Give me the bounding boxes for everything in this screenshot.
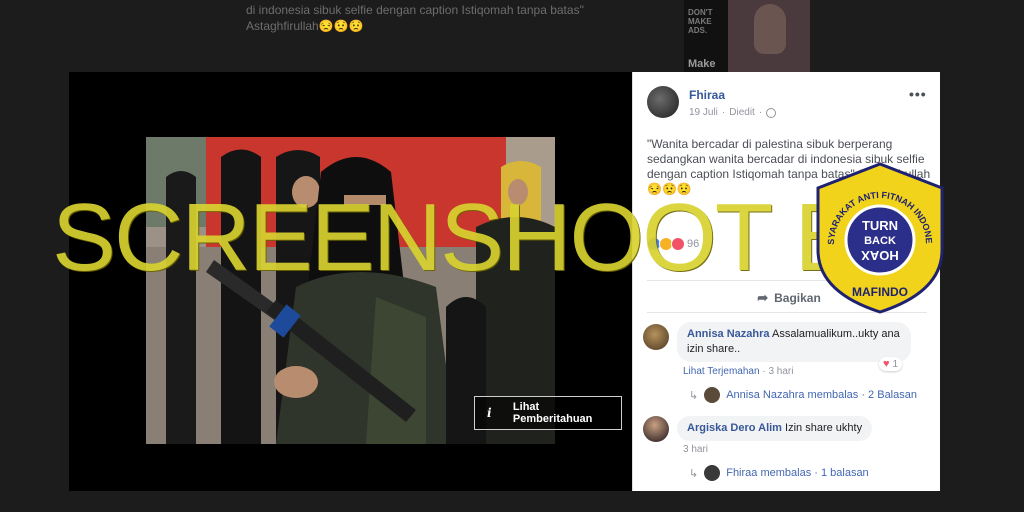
notice-button[interactable]: i Lihat Pemberitahuan <box>474 396 622 430</box>
comment-avatar[interactable] <box>643 324 669 350</box>
info-icon: i <box>487 406 492 420</box>
comment-text-2: Izin share ukhty <box>785 422 863 434</box>
share-icon: ➦ <box>757 290 769 305</box>
background-ad[interactable]: DON'T MAKE ADS. Make <box>684 0 810 72</box>
ad-person-image <box>754 4 786 54</box>
comment-bubble: Annisa Nazahra Assalamualikum..ukty ana … <box>677 322 911 362</box>
meta-separator: · <box>721 107 726 118</box>
comment-time[interactable]: 3 hari <box>768 366 793 377</box>
replies-link[interactable]: ↳ Annisa Nazahra membalas · 2 Balasan <box>689 387 917 403</box>
screenshot-watermark: SCREENSHOOT BY <box>52 184 920 291</box>
comment-bubble-2: Argiska Dero Alim Izin share ukhty <box>677 416 873 441</box>
ad-make-label: Make <box>688 58 716 70</box>
screenshot-root: di indonesia sibuk selfie dengan caption… <box>0 0 1024 512</box>
reply-avatar <box>704 387 721 403</box>
heart-icon: ♥ <box>883 358 890 370</box>
notice-label: Lihat Pemberitahuan <box>512 401 593 425</box>
badge-line2: BACK <box>864 235 896 247</box>
comment-avatar-2[interactable] <box>643 416 669 442</box>
post-meta: 19 Juli · Diedit · <box>689 107 777 118</box>
comment-reactions[interactable]: ♥ 1 <box>879 357 903 371</box>
comment-actions: Lihat Terjemahan · 3 hari <box>683 366 793 377</box>
reply-arrow-icon: ↳ <box>689 389 699 402</box>
meta-separator-2: · <box>758 107 763 118</box>
comment-actions-2: 3 hari <box>683 444 708 455</box>
comment-author-2[interactable]: Argiska Dero Alim <box>687 422 782 434</box>
globe-icon <box>766 107 777 118</box>
post-edited[interactable]: Diedit <box>729 107 755 118</box>
author-avatar[interactable] <box>647 86 679 118</box>
mafindo-logo: MASYARAKAT ANTI FITNAH INDONESIA TURN BA… <box>812 160 944 314</box>
background-post-line2: Astaghfirullah😒😟😟 <box>246 19 364 33</box>
comment-author[interactable]: Annisa Nazahra <box>687 328 770 340</box>
translate-link[interactable]: Lihat Terjemahan <box>683 366 760 377</box>
badge-bottom-text: MAFINDO <box>852 285 908 299</box>
replies-label-2: Fhiraa membalas · 1 balasan <box>726 467 869 479</box>
background-post-text: di indonesia sibuk selfie dengan caption… <box>246 2 646 34</box>
badge-line3: HOAX <box>861 248 899 263</box>
reply-avatar-2 <box>704 465 721 481</box>
comment-reaction-count: 1 <box>892 358 899 370</box>
post-date[interactable]: 19 Juli <box>689 107 718 118</box>
replies-label: Annisa Nazahra membalas · 2 Balasan <box>726 389 917 401</box>
author-name[interactable]: Fhiraa <box>689 88 725 102</box>
replies-link-2[interactable]: ↳ Fhiraa membalas · 1 balasan <box>689 465 869 481</box>
comment-time-2[interactable]: 3 hari <box>683 444 708 455</box>
more-options-icon[interactable]: ••• <box>909 86 927 102</box>
reply-arrow-icon-2: ↳ <box>689 467 699 480</box>
background-post-line1: di indonesia sibuk selfie dengan caption… <box>246 3 584 17</box>
badge-line1: TURN <box>862 218 898 233</box>
